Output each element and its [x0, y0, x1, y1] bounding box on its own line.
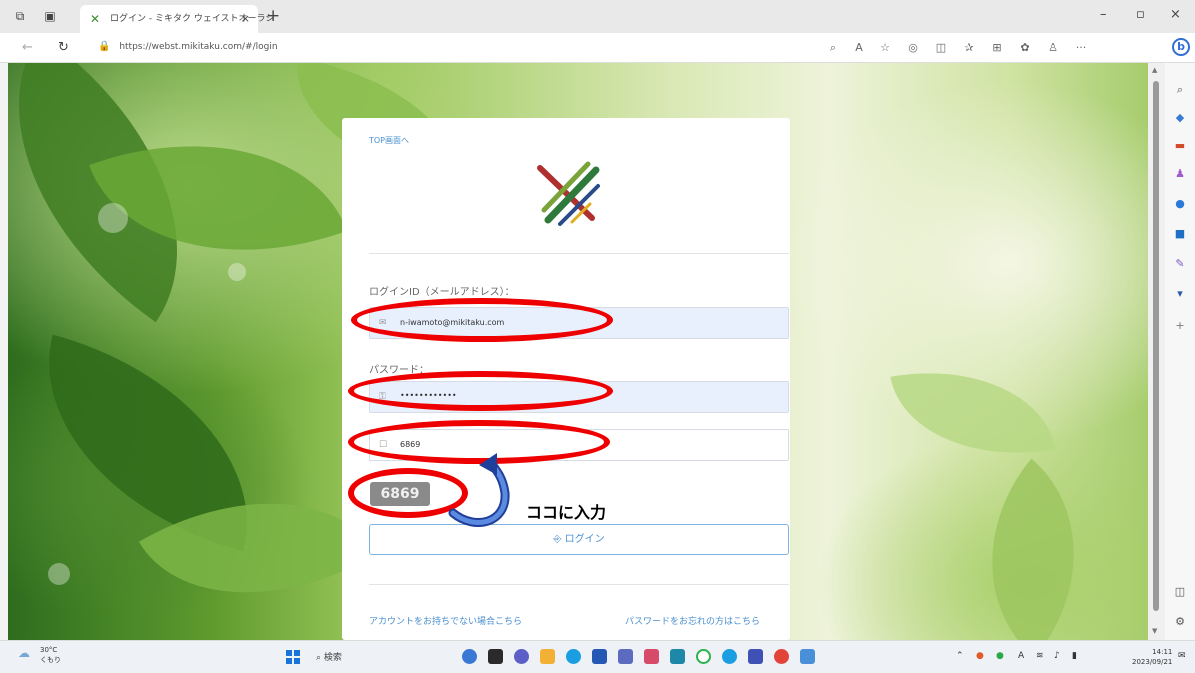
lock-icon: 🔒 — [98, 41, 111, 52]
address-toolbar: ← ↻ 🔒 https://webst.mikitaku.com/#/login… — [0, 33, 1195, 63]
split-screen-icon[interactable]: ◫ — [934, 41, 948, 54]
outlook-icon[interactable]: ■ — [1173, 227, 1187, 240]
cloud-icon: ☁ — [18, 646, 30, 660]
chrome-icon[interactable] — [774, 649, 789, 664]
site-favicon-icon: ✕ — [90, 12, 101, 26]
weather-desc: くもり — [40, 656, 61, 664]
edge-icon[interactable] — [566, 649, 581, 664]
taskbar-app-icon[interactable] — [670, 649, 685, 664]
drop-icon[interactable]: ▾ — [1173, 287, 1187, 300]
edge-icon[interactable] — [722, 649, 737, 664]
ime-indicator[interactable]: A — [1018, 651, 1024, 661]
shopping-icon[interactable]: ◆ — [1173, 111, 1187, 124]
url-text: https://webst.mikitaku.com/#/login — [119, 42, 278, 52]
login-id-label: ログインID（メールアドレス）： — [369, 287, 515, 298]
edge-sidebar: ⌕ ◆ ▬ ♟ ● ■ ✎ ▾ + ◫ ⚙ — [1165, 63, 1195, 640]
volume-icon[interactable]: ♪ — [1054, 651, 1060, 661]
bokeh-decoration — [98, 203, 128, 233]
collections-icon[interactable]: ⊞ — [990, 41, 1004, 54]
tab-close-button[interactable]: × — [241, 5, 250, 33]
taskbar-app-icon[interactable] — [748, 649, 763, 664]
taskbar-app-icon[interactable] — [644, 649, 659, 664]
extensions-icon[interactable]: ✿ — [1018, 41, 1032, 54]
battery-icon[interactable]: ▮ — [1072, 651, 1077, 661]
login-button-label: ログイン — [564, 534, 605, 545]
favorites-icon[interactable]: ✰ — [962, 41, 976, 54]
tools-icon[interactable]: ▬ — [1173, 139, 1187, 152]
profile-icon[interactable]: ♙ — [1046, 41, 1060, 54]
more-menu-icon[interactable]: ··· — [1074, 41, 1088, 54]
divider — [369, 253, 789, 254]
bokeh-decoration — [48, 563, 70, 585]
leaf-decoration — [890, 350, 1056, 476]
taskbar-app-icon[interactable] — [488, 649, 503, 664]
maximize-button[interactable]: ▫ — [1136, 7, 1145, 22]
minimize-button[interactable]: – — [1100, 7, 1107, 22]
taskbar-app-icon[interactable] — [800, 649, 815, 664]
back-icon[interactable]: ← — [22, 40, 33, 55]
tray-app-icon[interactable]: ● — [976, 651, 984, 661]
favorite-star-icon[interactable]: ☆ — [878, 41, 892, 54]
search-glass-icon: ⌕ — [316, 653, 322, 663]
scroll-up-icon[interactable]: ▲ — [1152, 66, 1157, 74]
taskbar-app-icon[interactable] — [462, 649, 477, 664]
bing-copilot-icon[interactable]: b — [1172, 38, 1190, 56]
browser-title-bar: ⧉ ▣ ✕ ログイン - ミキタク ウェイストオーラシ × + – ▫ × — [0, 0, 1195, 33]
bokeh-decoration — [228, 263, 246, 281]
scroll-down-icon[interactable]: ▼ — [1152, 627, 1157, 635]
games-icon[interactable]: ♟ — [1173, 167, 1187, 180]
close-window-button[interactable]: × — [1170, 7, 1181, 22]
taskbar-app-icon[interactable] — [592, 649, 607, 664]
page-scrollbar[interactable]: ▲ ▼ — [1148, 63, 1165, 640]
login-icon: ⎆ — [553, 534, 562, 545]
settings-icon[interactable]: ⚙ — [1173, 615, 1187, 628]
leaf-decoration — [934, 458, 1132, 640]
annotation-text: ココに入力 — [526, 503, 607, 522]
search-icon[interactable]: ⌕ — [1173, 83, 1187, 97]
annotation-ring-id — [351, 298, 613, 342]
tray-app-icon[interactable]: ● — [996, 651, 1004, 661]
clock-date: 2023/09/21 — [1132, 658, 1173, 666]
annotation-arrow-icon — [448, 453, 510, 527]
add-sidebar-icon[interactable]: + — [1173, 319, 1187, 332]
top-page-link[interactable]: TOP画面へ — [369, 135, 409, 146]
weather-temp: 30°C — [40, 646, 58, 654]
workspaces-icon[interactable]: ▣ — [42, 8, 58, 24]
taskbar-clock[interactable]: 14:11 2023/09/21 — [1132, 647, 1172, 667]
search-in-page-icon[interactable]: ⌕ — [826, 41, 840, 55]
annotation-ring-password — [348, 371, 613, 411]
taskbar-app-icon[interactable] — [696, 649, 711, 664]
read-aloud-icon[interactable]: A — [852, 41, 866, 54]
mikitaku-logo-icon — [537, 161, 600, 226]
divider — [369, 584, 789, 585]
taskbar-app-icon[interactable] — [618, 649, 633, 664]
scrollbar-thumb[interactable] — [1153, 81, 1159, 611]
page-background: TOP画面へ ログインID（メールアドレス）： ✉ n-iwamoto@miki… — [8, 63, 1148, 640]
taskbar-search[interactable]: ⌕ 検索 — [316, 650, 342, 663]
notification-icon[interactable]: ✉ — [1178, 651, 1186, 661]
windows-taskbar: ☁ 30°C くもり ⌕ 検索 ⌃ ● ● A ≋ ♪ ▮ 14:11 2023… — [0, 640, 1195, 673]
office-icon[interactable]: ● — [1173, 197, 1187, 210]
windows-start-icon[interactable] — [286, 650, 300, 664]
wifi-icon[interactable]: ≋ — [1036, 651, 1044, 661]
forgot-password-link[interactable]: パスワードをお忘れの方はこちら — [625, 614, 760, 627]
new-tab-button[interactable]: + — [266, 6, 280, 26]
taskbar-search-label: 検索 — [323, 653, 342, 663]
tab-actions-icon[interactable]: ⧉ — [12, 8, 28, 24]
refresh-icon[interactable]: ↻ — [58, 40, 69, 55]
tray-overflow-icon[interactable]: ⌃ — [956, 651, 964, 661]
clock-time: 14:11 — [1152, 648, 1173, 656]
login-button[interactable]: ⎆ ログイン — [369, 524, 789, 555]
browser-tab[interactable]: ✕ ログイン - ミキタク ウェイストオーラシ × — [80, 5, 274, 33]
file-explorer-icon[interactable] — [540, 649, 555, 664]
hide-sidebar-icon[interactable]: ◫ — [1173, 585, 1187, 598]
address-bar[interactable]: 🔒 https://webst.mikitaku.com/#/login — [98, 41, 278, 52]
taskbar-app-icon[interactable] — [514, 649, 529, 664]
designer-icon[interactable]: ✎ — [1173, 257, 1187, 270]
refresh-alt-icon[interactable]: ◎ — [906, 41, 920, 54]
no-account-link[interactable]: アカウントをお持ちでない場合こちら — [369, 614, 522, 627]
